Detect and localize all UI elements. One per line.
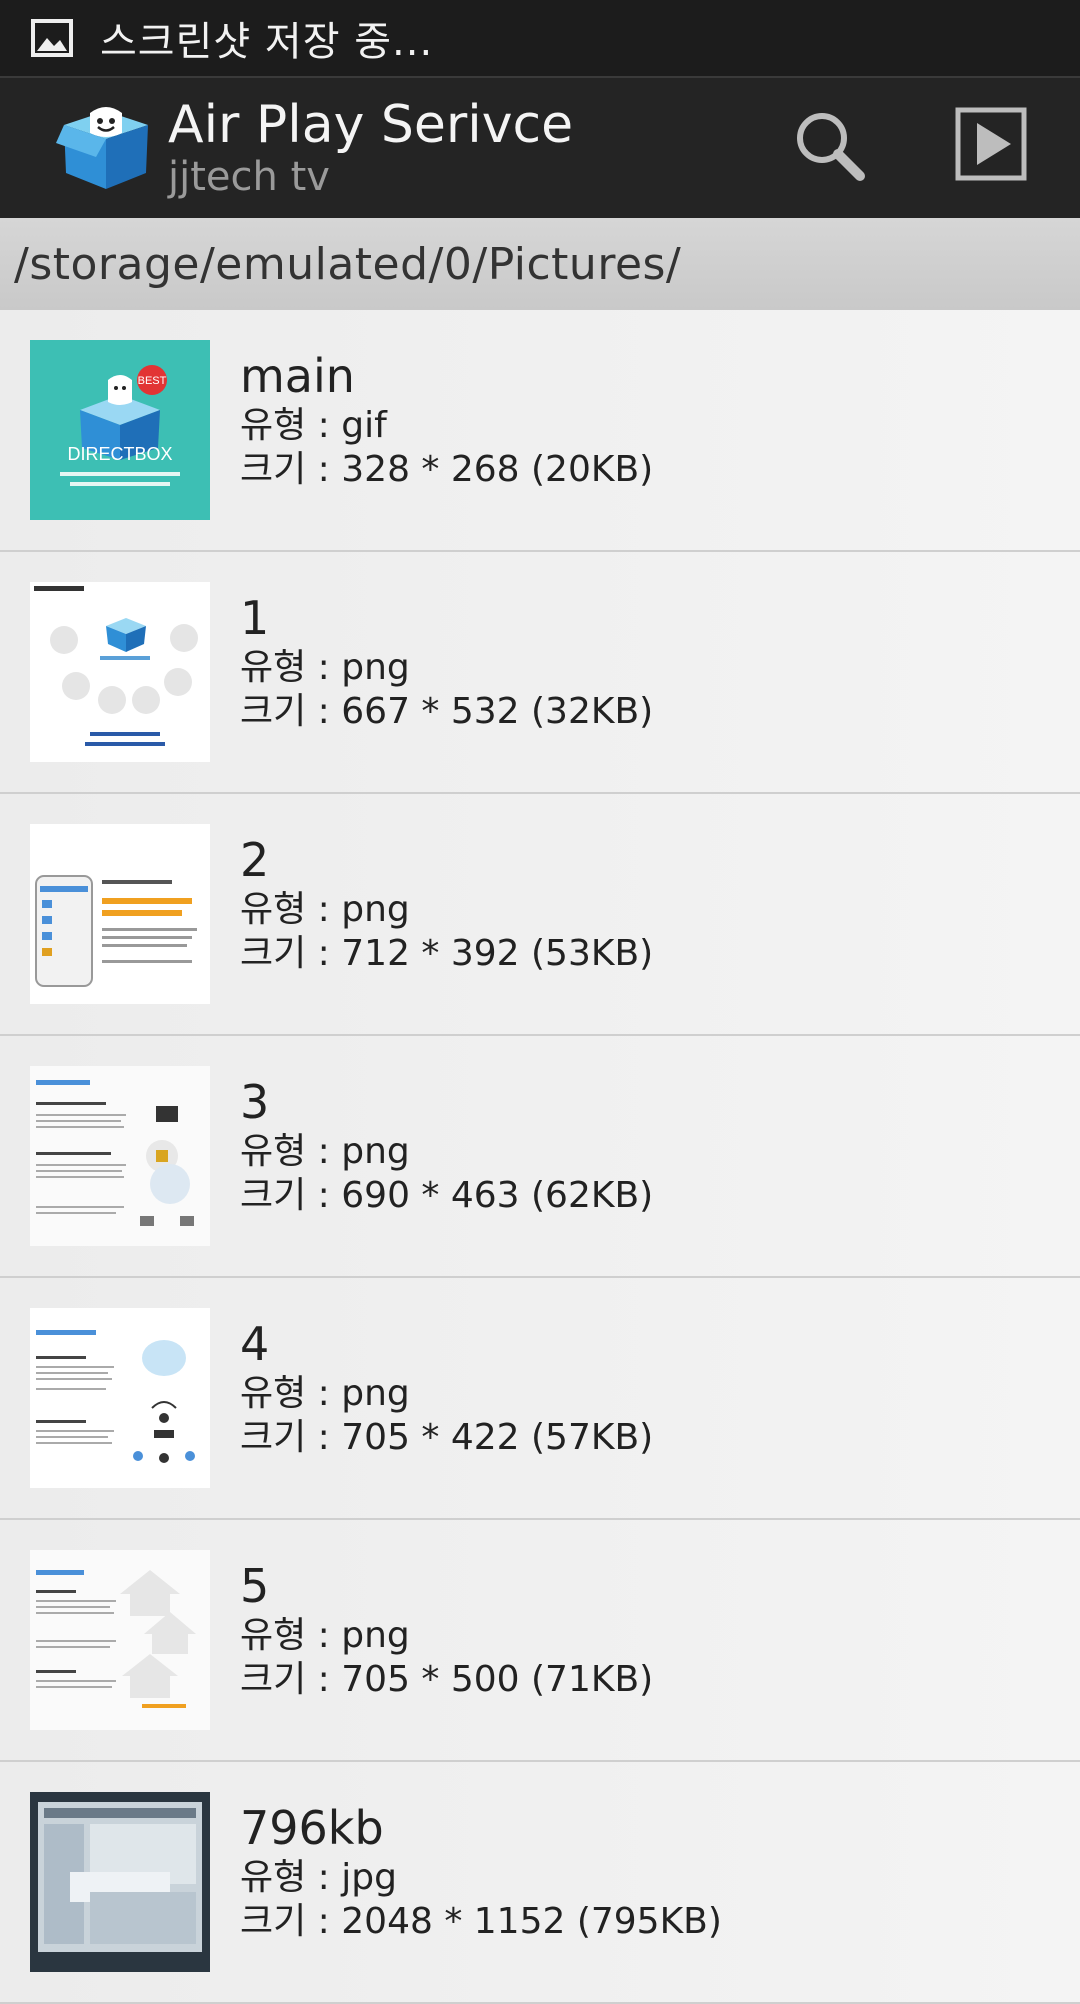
trust-thumbnail-image: [30, 1550, 210, 1730]
status-bar: 스크린샷 저장 중...: [0, 0, 1080, 76]
file-name: 796kb: [240, 1801, 384, 1855]
file-size: 크기 : 712 * 392 (53KB): [240, 933, 654, 974]
file-info: main 유형 : gif 크기 : 328 * 268 (20KB): [240, 348, 653, 492]
image-icon: [31, 19, 73, 57]
file-row-1[interactable]: 1 유형 : png 크기 : 667 * 532 (32KB): [0, 552, 1080, 794]
thumbnail-main: BEST DIRECTBOX: [30, 340, 210, 520]
file-info: 5 유형 : png 크기 : 705 * 500 (71KB): [240, 1558, 653, 1702]
thumbnail-5: [30, 1550, 210, 1730]
diagram-thumbnail-image: [30, 582, 210, 762]
file-info: 4 유형 : png 크기 : 705 * 422 (57KB): [240, 1316, 653, 1460]
document-thumbnail-image: [30, 1066, 210, 1246]
file-type: 유형 : png: [240, 1615, 410, 1656]
file-size: 크기 : 690 * 463 (62KB): [240, 1175, 654, 1216]
thumbnail-4: [30, 1308, 210, 1488]
file-row-5[interactable]: 5 유형 : png 크기 : 705 * 500 (71KB): [0, 1520, 1080, 1762]
file-row-main[interactable]: BEST DIRECTBOX main 유형 : gif 크기 : 328 * …: [0, 310, 1080, 552]
file-type: 유형 : gif: [240, 405, 387, 446]
file-size: 크기 : 2048 * 1152 (795KB): [240, 1901, 722, 1942]
thumbnail-796kb: [30, 1792, 210, 1972]
file-info: 3 유형 : png 크기 : 690 * 463 (62KB): [240, 1074, 653, 1218]
app-logo-icon: [56, 107, 148, 189]
file-row-796kb[interactable]: 796kb 유형 : jpg 크기 : 2048 * 1152 (795KB): [0, 1762, 1080, 2004]
photo-thumbnail-image: [30, 1792, 210, 1972]
best-badge-text: BEST: [138, 375, 167, 387]
file-name: 1: [240, 591, 270, 645]
search-icon[interactable]: [790, 106, 870, 186]
file-list: BEST DIRECTBOX main 유형 : gif 크기 : 328 * …: [0, 310, 1080, 2004]
file-size: 크기 : 328 * 268 (20KB): [240, 449, 654, 490]
file-type: 유형 : jpg: [240, 1857, 397, 1898]
file-row-4[interactable]: 4 유형 : png 크기 : 705 * 422 (57KB): [0, 1278, 1080, 1520]
thumbnail-2: [30, 824, 210, 1004]
phone-thumbnail-image: [30, 824, 210, 1004]
file-type: 유형 : png: [240, 1373, 410, 1414]
file-name: main: [240, 349, 355, 403]
file-row-3[interactable]: 3 유형 : png 크기 : 690 * 463 (62KB): [0, 1036, 1080, 1278]
action-bar: Air Play Serivce jjtech tv: [0, 76, 1080, 218]
current-path: /storage/emulated/0/Pictures/: [0, 218, 1080, 310]
directbox-thumbnail-image: BEST DIRECTBOX: [30, 340, 210, 520]
file-name: 2: [240, 833, 270, 887]
file-type: 유형 : png: [240, 889, 410, 930]
file-name: 4: [240, 1317, 270, 1371]
file-name: 3: [240, 1075, 270, 1129]
app-subtitle: jjtech tv: [168, 154, 330, 200]
file-size: 크기 : 705 * 422 (57KB): [240, 1417, 654, 1458]
file-info: 796kb 유형 : jpg 크기 : 2048 * 1152 (795KB): [240, 1800, 722, 1944]
file-row-2[interactable]: 2 유형 : png 크기 : 712 * 392 (53KB): [0, 794, 1080, 1036]
file-info: 1 유형 : png 크기 : 667 * 532 (32KB): [240, 590, 653, 734]
file-name: 5: [240, 1559, 270, 1613]
thumbnail-1: [30, 582, 210, 762]
cloud-thumbnail-image: [30, 1308, 210, 1488]
screenshot-saving-notification: 스크린샷 저장 중...: [100, 19, 434, 65]
title-block: Air Play Serivce jjtech tv: [168, 96, 573, 200]
file-info: 2 유형 : png 크기 : 712 * 392 (53KB): [240, 832, 653, 976]
play-icon[interactable]: [955, 107, 1027, 181]
file-type: 유형 : png: [240, 647, 410, 688]
directbox-label: DIRECTBOX: [67, 444, 172, 464]
app-title: Air Play Serivce: [168, 95, 574, 155]
file-size: 크기 : 667 * 532 (32KB): [240, 691, 654, 732]
file-size: 크기 : 705 * 500 (71KB): [240, 1659, 654, 1700]
file-type: 유형 : png: [240, 1131, 410, 1172]
thumbnail-3: [30, 1066, 210, 1246]
